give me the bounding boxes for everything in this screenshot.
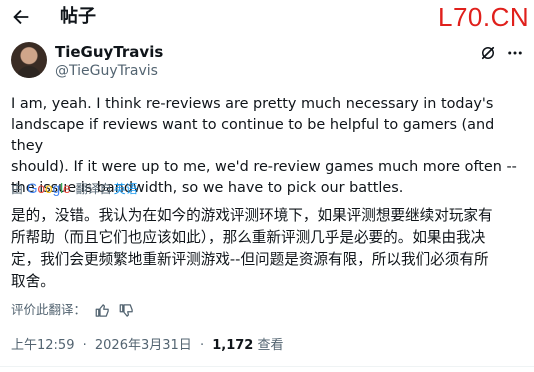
source-language-link[interactable]: 英语: [114, 181, 138, 197]
top-bar: 帖子 L70.CN: [0, 0, 534, 34]
google-logo: Google: [27, 181, 71, 196]
divider: [0, 366, 534, 367]
page-title: 帖子: [60, 6, 96, 27]
translation-attribution: 由 Google 翻译自 英语: [11, 181, 138, 197]
thumbs-down-icon[interactable]: [119, 303, 134, 318]
thumbs-up-icon[interactable]: [95, 303, 110, 318]
translated-post-text: 是的，没错。我认为在如今的游戏评测环境下，如果评测想要继续对玩家有 所帮助（而且…: [11, 207, 493, 290]
author-handle[interactable]: @TieGuyTravis: [55, 62, 158, 80]
back-arrow-icon[interactable]: [10, 6, 32, 28]
post-meta: 上午12:59 · 2026年3月31日 · 1,172 查看: [11, 337, 284, 355]
translated-by-suffix: 翻译自: [75, 182, 112, 196]
rate-translation-label: 评价此翻译：: [11, 302, 87, 317]
meta-separator: ·: [82, 338, 87, 353]
rate-translation: 评价此翻译：: [11, 301, 134, 319]
author-display-name[interactable]: TieGuyTravis: [55, 42, 163, 62]
meta-separator: ·: [199, 338, 205, 353]
grok-icon[interactable]: [479, 44, 497, 62]
avatar[interactable]: [11, 42, 47, 78]
post-time[interactable]: 上午12:59: [11, 338, 74, 353]
watermark-text: L70.CN: [438, 2, 530, 32]
views-count[interactable]: 1,172: [212, 338, 253, 353]
views-label: 查看: [257, 338, 284, 353]
post-date[interactable]: 2026年3月31日: [95, 338, 192, 353]
more-horizontal-icon[interactable]: [506, 44, 524, 62]
translated-by-prefix: 由: [11, 182, 24, 196]
